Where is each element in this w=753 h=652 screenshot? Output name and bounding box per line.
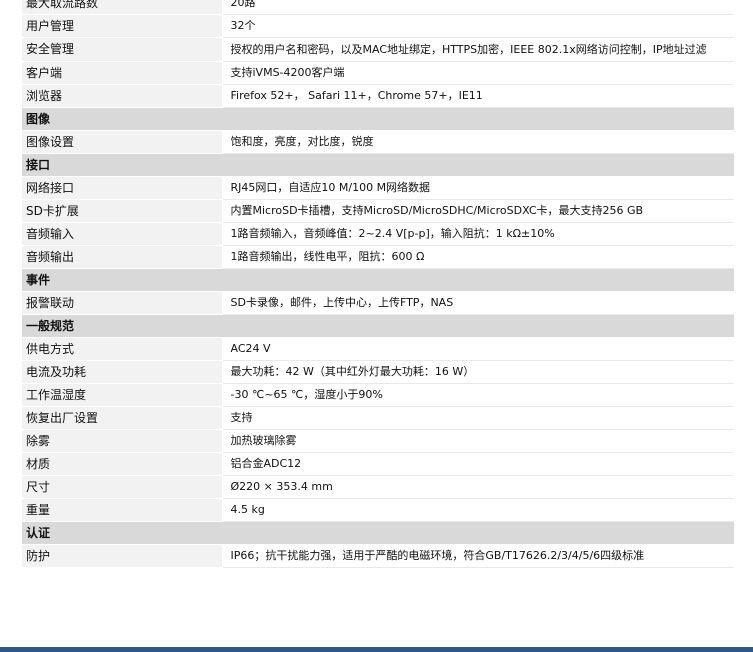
spec-label: 浏览器 — [22, 84, 223, 108]
spec-label: 安全管理 — [22, 37, 223, 62]
spec-label: 尺寸 — [22, 475, 223, 499]
spec-value: 饱和度，亮度，对比度，锐度 — [222, 130, 734, 154]
spec-label: 防护 — [22, 544, 223, 568]
spec-label: SD卡扩展 — [22, 199, 223, 223]
section-title: 图像 — [22, 107, 734, 131]
spec-row: 网络接口 RJ45网口，自适应10 M/100 M网络数据 — [22, 176, 734, 200]
spec-value: 32个 — [222, 14, 734, 38]
spec-row: 电流及功耗 最大功耗：42 W（其中红外灯最大功耗：16 W） — [22, 360, 734, 384]
spec-row: SD卡扩展 内置MicroSD卡插槽，支持MicroSD/MicroSDHC/Mi… — [22, 199, 734, 223]
spec-value: 20路 — [222, 0, 734, 15]
section-title: 接口 — [22, 153, 734, 177]
spec-row: 用户管理 32个 — [22, 14, 734, 38]
spec-label: 重量 — [22, 498, 223, 522]
spec-label: 用户管理 — [22, 14, 223, 38]
spec-row: 安全管理 授权的用户名和密码，以及MAC地址绑定，HTTPS加密，IEEE 802… — [22, 37, 734, 62]
spec-row: 工作温湿度 -30 ℃~65 ℃，湿度小于90% — [22, 383, 734, 407]
spec-value: SD卡录像，邮件，上传中心，上传FTP，NAS — [222, 291, 734, 315]
section-header-row: 接口 — [22, 153, 734, 177]
spec-row: 音频输入 1路音频输入，音频峰值：2~2.4 V[p-p]，输入阻抗：1 kΩ±1… — [22, 222, 734, 246]
section-header-row: 一般规范 — [22, 314, 734, 338]
spec-value: 内置MicroSD卡插槽，支持MicroSD/MicroSDHC/MicroSD… — [222, 199, 734, 223]
spec-row: 最大取流路数 20路 — [22, 0, 734, 15]
spec-row: 客户端 支持iVMS-4200客户端 — [22, 61, 734, 85]
spec-value: RJ45网口，自适应10 M/100 M网络数据 — [222, 176, 734, 200]
spec-row: 浏览器 Firefox 52+， Safari 11+，Chrome 57+，IE… — [22, 84, 734, 108]
spec-label: 客户端 — [22, 61, 223, 85]
section-title: 事件 — [22, 268, 734, 292]
spec-row: 图像设置 饱和度，亮度，对比度，锐度 — [22, 130, 734, 154]
spec-value: AC24 V — [222, 337, 734, 361]
spec-row: 除雾 加热玻璃除雾 — [22, 429, 734, 453]
spec-value: Firefox 52+， Safari 11+，Chrome 57+，IE11 — [222, 84, 734, 108]
section-header-row: 图像 — [22, 107, 734, 131]
spec-row: 恢复出厂设置 支持 — [22, 406, 734, 430]
spec-label: 最大取流路数 — [22, 0, 223, 15]
spec-value: IP66；抗干扰能力强，适用于严酷的电磁环境，符合GB/T17626.2/3/4… — [222, 544, 734, 568]
section-header-row: 事件 — [22, 268, 734, 292]
spec-value: 1路音频输入，音频峰值：2~2.4 V[p-p]，输入阻抗：1 kΩ±10% — [222, 222, 734, 246]
spec-value: 加热玻璃除雾 — [222, 429, 734, 453]
spec-label: 材质 — [22, 452, 223, 476]
section-title: 认证 — [22, 521, 734, 545]
spec-value: 铝合金ADC12 — [222, 452, 734, 476]
spec-value: 4.5 kg — [222, 498, 734, 522]
section-header-row: 认证 — [22, 521, 734, 545]
spec-value: Ø220 × 353.4 mm — [222, 475, 734, 499]
spec-row: 尺寸 Ø220 × 353.4 mm — [22, 475, 734, 499]
spec-value: 最大功耗：42 W（其中红外灯最大功耗：16 W） — [222, 360, 734, 384]
spec-row: 材质 铝合金ADC12 — [22, 452, 734, 476]
spec-row: 重量 4.5 kg — [22, 498, 734, 522]
bottom-accent-bar — [0, 647, 753, 652]
spec-label: 工作温湿度 — [22, 383, 223, 407]
spec-label: 电流及功耗 — [22, 360, 223, 384]
spec-label: 音频输入 — [22, 222, 223, 246]
spec-label: 音频输出 — [22, 245, 223, 269]
spec-label: 图像设置 — [22, 130, 223, 154]
spec-row: 报警联动 SD卡录像，邮件，上传中心，上传FTP，NAS — [22, 291, 734, 315]
spec-label: 恢复出厂设置 — [22, 406, 223, 430]
spec-table: 最大取流路数 20路 用户管理 32个 安全管理 授权的用户名和密码，以及MAC地址绑定，… — [22, 0, 734, 568]
spec-table-body: 最大取流路数 20路 用户管理 32个 安全管理 授权的用户名和密码，以及MAC地址绑定，… — [22, 0, 734, 568]
spec-value: 支持 — [222, 406, 734, 430]
spec-row: 防护 IP66；抗干扰能力强，适用于严酷的电磁环境，符合GB/T17626.2/3… — [22, 544, 734, 568]
spec-label: 报警联动 — [22, 291, 223, 315]
section-title: 一般规范 — [22, 314, 734, 338]
spec-label: 网络接口 — [22, 176, 223, 200]
spec-value: 1路音频输出，线性电平，阻抗：600 Ω — [222, 245, 734, 269]
spec-row: 音频输出 1路音频输出，线性电平，阻抗：600 Ω — [22, 245, 734, 269]
spec-value: 支持iVMS-4200客户端 — [222, 61, 734, 85]
spec-value: -30 ℃~65 ℃，湿度小于90% — [222, 383, 734, 407]
spec-row: 供电方式 AC24 V — [22, 337, 734, 361]
spec-value: 授权的用户名和密码，以及MAC地址绑定，HTTPS加密，IEEE 802.1x网… — [222, 37, 734, 62]
spec-label: 除雾 — [22, 429, 223, 453]
spec-label: 供电方式 — [22, 337, 223, 361]
